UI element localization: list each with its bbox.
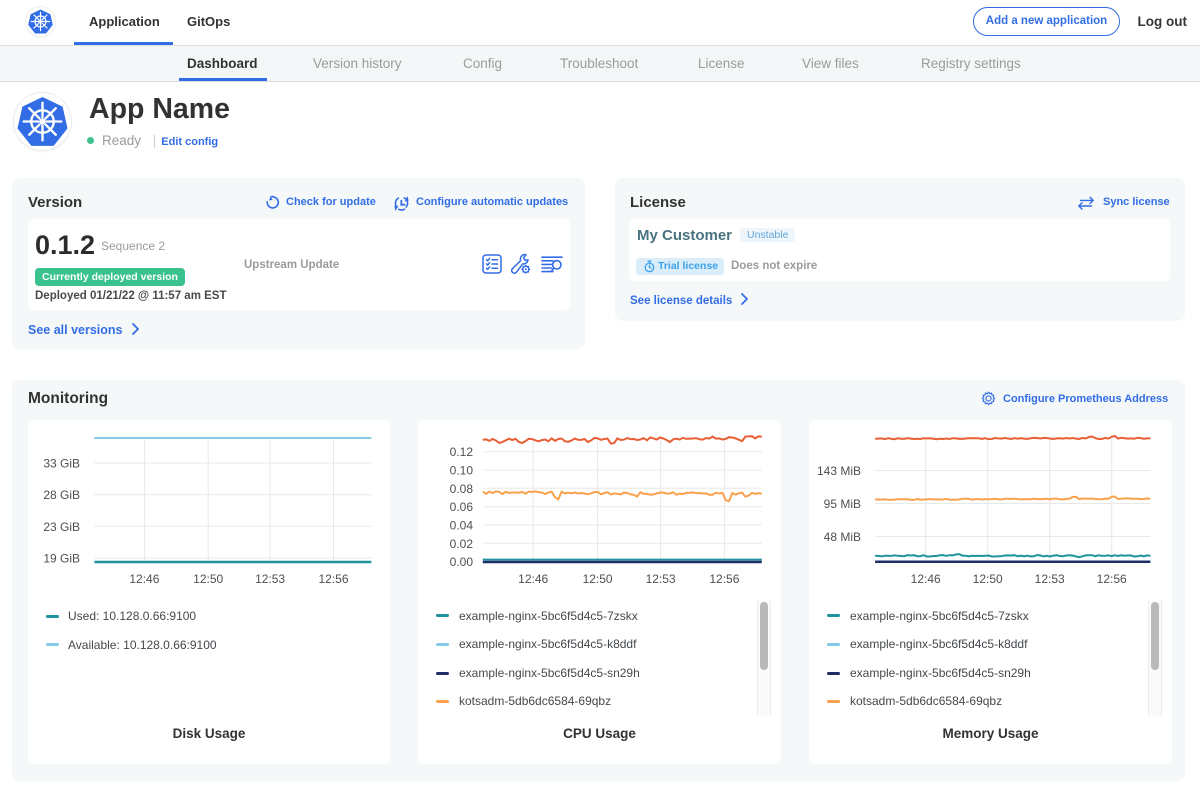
svg-text:0.10: 0.10 (450, 464, 474, 478)
svg-text:48 MiB: 48 MiB (824, 530, 861, 544)
svg-text:12:50: 12:50 (583, 572, 613, 586)
svg-text:0.06: 0.06 (450, 500, 474, 514)
svg-text:0.04: 0.04 (450, 519, 474, 533)
svg-text:0.02: 0.02 (450, 537, 474, 551)
svg-text:12:46: 12:46 (129, 572, 159, 586)
svg-text:12:53: 12:53 (255, 572, 285, 586)
svg-text:0.00: 0.00 (450, 555, 474, 569)
svg-text:95 MiB: 95 MiB (824, 497, 861, 511)
svg-text:12:46: 12:46 (911, 572, 941, 586)
svg-text:0.12: 0.12 (450, 445, 474, 459)
svg-text:28 GiB: 28 GiB (43, 488, 80, 502)
svg-text:12:53: 12:53 (646, 572, 676, 586)
svg-text:12:53: 12:53 (1035, 572, 1065, 586)
svg-text:0.08: 0.08 (450, 482, 474, 496)
svg-text:12:56: 12:56 (1097, 572, 1127, 586)
svg-text:12:50: 12:50 (973, 572, 1003, 586)
svg-text:12:56: 12:56 (709, 572, 739, 586)
svg-text:23 GiB: 23 GiB (43, 520, 80, 534)
svg-text:143 MiB: 143 MiB (817, 464, 861, 478)
svg-text:12:50: 12:50 (193, 572, 223, 586)
svg-text:33 GiB: 33 GiB (43, 457, 80, 471)
svg-text:12:56: 12:56 (318, 572, 348, 586)
svg-text:19 GiB: 19 GiB (43, 552, 80, 566)
svg-text:12:46: 12:46 (518, 572, 548, 586)
